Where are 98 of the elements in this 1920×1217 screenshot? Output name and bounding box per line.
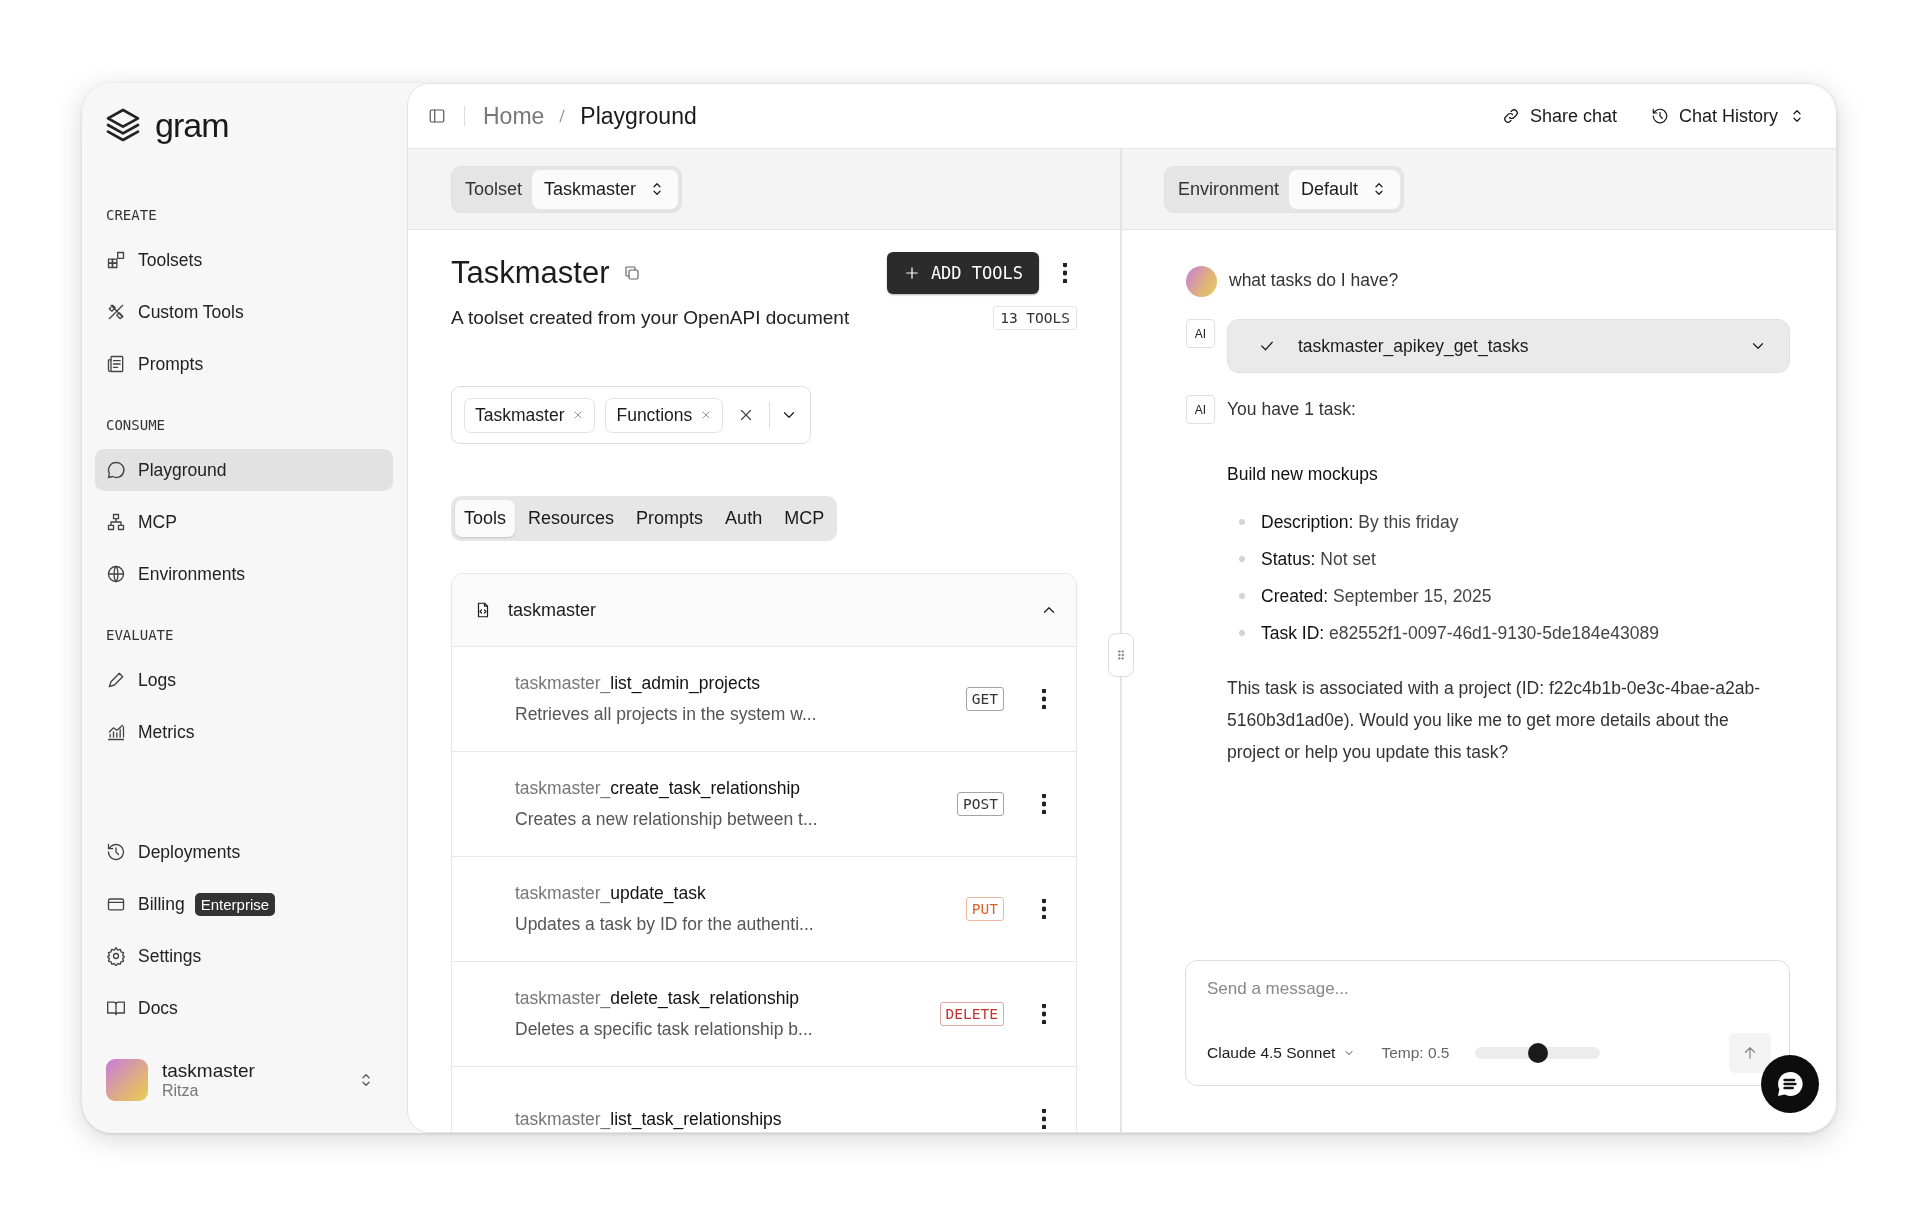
- kebab-menu-icon: [1042, 1004, 1046, 1024]
- tool-description: Retrieves all projects in the system w...: [515, 704, 818, 725]
- toolset-title: Taskmaster: [451, 255, 610, 291]
- task-detail: Created: September 15, 2025: [1261, 585, 1492, 607]
- tool-description: Creates a new relationship between t...: [515, 809, 819, 830]
- pen-icon: [106, 670, 126, 690]
- copy-button[interactable]: [623, 264, 642, 282]
- tool-name: taskmaster_list_task_relationships: [515, 1108, 783, 1130]
- kebab-menu-icon: [1042, 1109, 1046, 1129]
- sidebar-item[interactable]: Prompts: [95, 343, 393, 385]
- panel-icon: [428, 107, 446, 125]
- account-switcher[interactable]: taskmaster Ritza: [95, 1059, 393, 1101]
- tool-call-panel[interactable]: taskmaster_apikey_get_tasks: [1227, 319, 1790, 373]
- http-method-tag: GET: [965, 687, 1004, 711]
- kebab-menu-icon: [1042, 689, 1046, 709]
- model-selector[interactable]: Claude 4.5 Sonnet: [1207, 1044, 1356, 1062]
- tool-description: Deletes a specific task relationship b...: [515, 1019, 814, 1040]
- network-icon: [106, 512, 126, 532]
- sidebar-item[interactable]: MCP: [95, 501, 393, 543]
- tool-group-header[interactable]: taskmaster: [452, 574, 1076, 647]
- assistant-avatar: AI: [1186, 319, 1215, 348]
- task-detail: Description: By this friday: [1261, 511, 1459, 533]
- toolset-picker[interactable]: Toolset Taskmaster: [451, 165, 683, 213]
- tool-description: Updates a task by ID for the authenti...: [515, 914, 815, 935]
- filter-chip[interactable]: Functions: [605, 397, 724, 433]
- http-method-tag: DELETE: [939, 1002, 1004, 1026]
- sidebar-item[interactable]: Deployments: [95, 831, 393, 873]
- task-detail: Status: Not set: [1261, 548, 1376, 570]
- link-icon: [1501, 107, 1520, 125]
- sidebar-item[interactable]: Playground: [95, 449, 393, 491]
- document-icon: [106, 354, 126, 374]
- tool-row[interactable]: taskmaster_update_task Updates a task by ID for the authenti... PUT: [452, 857, 1076, 962]
- environment-picker[interactable]: Environment Default: [1164, 165, 1405, 213]
- sidebar-item[interactable]: Metrics: [95, 711, 393, 753]
- sidebar-item[interactable]: Logs: [95, 659, 393, 701]
- assistant-message: This task is associated with a project (ID: f22c4b1b-0e3c-4bae-a2ab-5160b3d1ad0e). Would you like me to get more details about the project or help you update this task?: [1227, 677, 1762, 764]
- tool-row[interactable]: taskmaster_list_admin_projects Retrieves all projects in the system w... GET: [452, 647, 1076, 752]
- temperature-label: Temp: 0.5: [1381, 1044, 1450, 1062]
- section-heading: EVALUATE: [105, 626, 175, 645]
- tool-name: taskmaster_list_admin_projects: [515, 673, 762, 694]
- message-input[interactable]: Send a message...: [1207, 973, 1775, 1005]
- breadcrumb-link[interactable]: Playground: [580, 102, 697, 130]
- assistant-message: You have 1 task:: [1227, 399, 1357, 420]
- tool-name: taskmaster_create_task_relationship: [515, 778, 801, 799]
- http-method-tag: PUT: [965, 897, 1004, 921]
- tab[interactable]: Resources: [519, 500, 624, 537]
- sidebar-toggle-button[interactable]: [428, 107, 446, 125]
- tool-name: taskmaster_delete_task_relationship: [515, 988, 801, 1009]
- sidebar-item[interactable]: Custom Tools: [95, 291, 393, 333]
- filter-field[interactable]: Taskmaster Functions: [451, 386, 812, 444]
- history-icon: [106, 842, 126, 862]
- tool-name: taskmaster_update_task: [515, 883, 707, 904]
- user-avatar: [1186, 266, 1217, 297]
- tools-icon: [106, 302, 126, 322]
- filter-chip[interactable]: Taskmaster: [464, 397, 596, 433]
- tool-row[interactable]: taskmaster_create_task_relationship Creates a new relationship between t... POST: [452, 752, 1076, 857]
- tab[interactable]: Auth: [716, 500, 772, 537]
- toolset-description: A toolset created from your OpenAPI document: [451, 307, 851, 329]
- brand-name: gram: [155, 105, 229, 145]
- avatar: [106, 1059, 148, 1101]
- copy-icon: [623, 264, 642, 282]
- plan-badge: Enterprise: [194, 892, 276, 916]
- http-method-tag: POST: [957, 792, 1004, 816]
- assistant-avatar: AI: [1186, 395, 1215, 424]
- globe-icon: [106, 564, 126, 584]
- tab[interactable]: Prompts: [627, 500, 713, 537]
- kebab-menu-icon: [1063, 263, 1067, 283]
- chat-history-button[interactable]: Chat History: [1650, 105, 1806, 127]
- user-message: what tasks do I have?: [1229, 270, 1399, 291]
- organization-name: Ritza: [162, 1082, 200, 1100]
- send-button[interactable]: [1729, 1033, 1771, 1073]
- slider-thumb[interactable]: [1527, 1043, 1548, 1063]
- tab[interactable]: MCP: [775, 500, 834, 537]
- section-heading: CONSUME: [105, 416, 166, 435]
- task-title: Build new mockups: [1227, 464, 1379, 485]
- breadcrumb-link[interactable]: Home: [483, 102, 545, 130]
- sidebar-item[interactable]: Toolsets: [95, 239, 393, 281]
- account-name: taskmaster: [162, 1060, 256, 1082]
- blocks-icon: [106, 250, 126, 270]
- sidebar-item[interactable]: Settings: [95, 935, 393, 977]
- tool-row[interactable]: taskmaster_list_task_relationships: [452, 1067, 1076, 1132]
- add-tools-button[interactable]: ADD TOOLS: [886, 252, 1039, 294]
- resize-handle[interactable]: [1108, 633, 1134, 677]
- sidebar-item[interactable]: Billing: [95, 883, 185, 925]
- section-heading: CREATE: [105, 206, 158, 225]
- tool-count: 13 TOOLS: [993, 306, 1077, 330]
- kebab-menu-icon: [1042, 899, 1046, 919]
- chat-bubble-icon: [106, 460, 126, 480]
- tool-row[interactable]: taskmaster_delete_task_relationship Deletes a specific task relationship b... DELETE: [452, 962, 1076, 1067]
- kebab-menu-icon: [1042, 794, 1046, 814]
- settings-icon: [106, 946, 126, 966]
- sidebar-item[interactable]: Docs: [95, 987, 393, 1029]
- share-chat-button[interactable]: Share chat: [1501, 105, 1617, 127]
- tab[interactable]: Tools: [455, 500, 516, 537]
- bar-chart-icon: [106, 722, 126, 742]
- sidebar-item[interactable]: Environments: [95, 553, 393, 595]
- task-detail: Task ID: e82552f1-0097-46d1-9130-5de184e43089: [1261, 622, 1659, 644]
- history-icon: [1650, 107, 1669, 125]
